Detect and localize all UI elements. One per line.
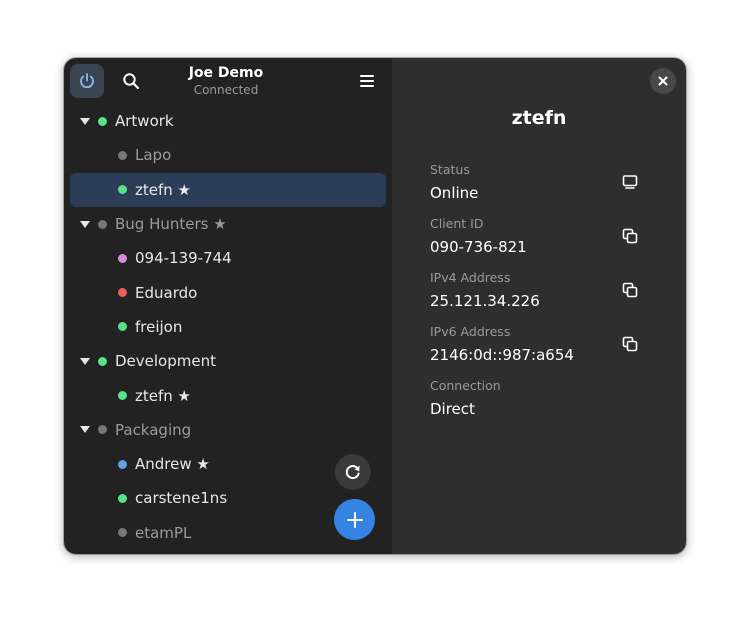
status-dot-icon (118, 391, 127, 401)
app-window: Joe Demo Connected Artwork Lapo ztefn ★ Bug… (64, 58, 686, 554)
refresh-icon (345, 465, 360, 480)
expander-arrow-icon[interactable] (80, 220, 90, 228)
peer-label: 094-139-744 (135, 249, 232, 268)
search-button[interactable] (114, 64, 148, 98)
close-icon (658, 76, 668, 86)
app-title: Joe Demo (188, 65, 264, 81)
peer-label: freijon (135, 317, 183, 336)
header-title-block: Joe Demo Connected (160, 64, 292, 98)
sidebar: Joe Demo Connected Artwork Lapo ztefn ★ Bug… (64, 58, 392, 554)
add-network-button[interactable] (334, 499, 375, 540)
main-menu-button[interactable] (350, 64, 384, 98)
group-label: Development (115, 352, 216, 371)
peer-label: Eduardo (135, 283, 198, 302)
close-button[interactable] (650, 68, 676, 94)
status-dot-icon (98, 116, 107, 126)
peer-title: ztefn (511, 107, 567, 129)
peer-row-lapo[interactable]: Lapo (64, 138, 392, 172)
expander-arrow-icon[interactable] (80, 357, 90, 365)
status-dot-icon (118, 528, 127, 538)
status-dot-icon (98, 219, 107, 229)
expander-arrow-icon[interactable] (80, 426, 90, 434)
hamburger-menu-icon (360, 75, 374, 87)
peer-label: ztefn ★ (135, 386, 191, 405)
field-label: Connection (430, 378, 501, 393)
peer-row-eduardo[interactable]: Eduardo (64, 275, 392, 309)
copy-icon (622, 228, 638, 244)
monitor-icon (622, 175, 638, 189)
status-dot-icon (118, 322, 127, 332)
peer-row-ztefn[interactable]: ztefn ★ (64, 378, 392, 412)
peer-detail-panel: ztefn Status Online Client ID 090-736-82… (392, 58, 686, 554)
status-dot-icon (98, 425, 107, 435)
status-dot-icon (118, 253, 127, 263)
status-dot-icon (118, 459, 127, 469)
connection-field: Connection Direct (430, 378, 670, 420)
copy-client-id-button[interactable] (617, 223, 643, 249)
peer-label: Andrew ★ (135, 455, 210, 474)
network-group-artwork[interactable]: Artwork (64, 104, 392, 138)
expander-arrow-icon[interactable] (80, 117, 90, 125)
power-icon (80, 73, 94, 89)
refresh-button[interactable] (335, 454, 371, 490)
peer-label: carstene1ns (135, 489, 228, 508)
network-group-packaging[interactable]: Packaging (64, 413, 392, 447)
status-dot-icon (118, 493, 127, 503)
peer-row-094-139-744[interactable]: 094-139-744 (64, 241, 392, 275)
group-label: Bug Hunters ★ (115, 215, 227, 234)
peer-row-freijon[interactable]: freijon (64, 310, 392, 344)
power-button[interactable] (70, 64, 104, 98)
header-bar: Joe Demo Connected (64, 58, 392, 104)
copy-ipv6-button[interactable] (617, 331, 643, 357)
connection-status: Connected (193, 83, 259, 97)
copy-ipv4-button[interactable] (617, 277, 643, 303)
network-group-development[interactable]: Development (64, 344, 392, 378)
status-dot-icon (98, 356, 107, 366)
group-label: Packaging (115, 420, 192, 439)
peer-label: ztefn ★ (135, 180, 191, 199)
copy-icon (622, 336, 638, 352)
field-value: Direct (430, 400, 475, 418)
open-remote-button[interactable] (617, 169, 643, 195)
peer-row-ztefn[interactable]: ztefn ★ (70, 172, 386, 207)
search-icon (123, 73, 140, 90)
peer-label: etamPL (135, 523, 192, 542)
status-dot-icon (118, 288, 127, 298)
network-group-bug-hunters[interactable]: Bug Hunters ★ (64, 207, 392, 241)
group-label: Artwork (115, 112, 174, 131)
peer-label: Lapo (135, 146, 172, 165)
status-dot-icon (118, 150, 127, 160)
copy-icon (622, 282, 638, 298)
status-dot-icon (118, 185, 127, 195)
plus-icon (346, 511, 363, 528)
